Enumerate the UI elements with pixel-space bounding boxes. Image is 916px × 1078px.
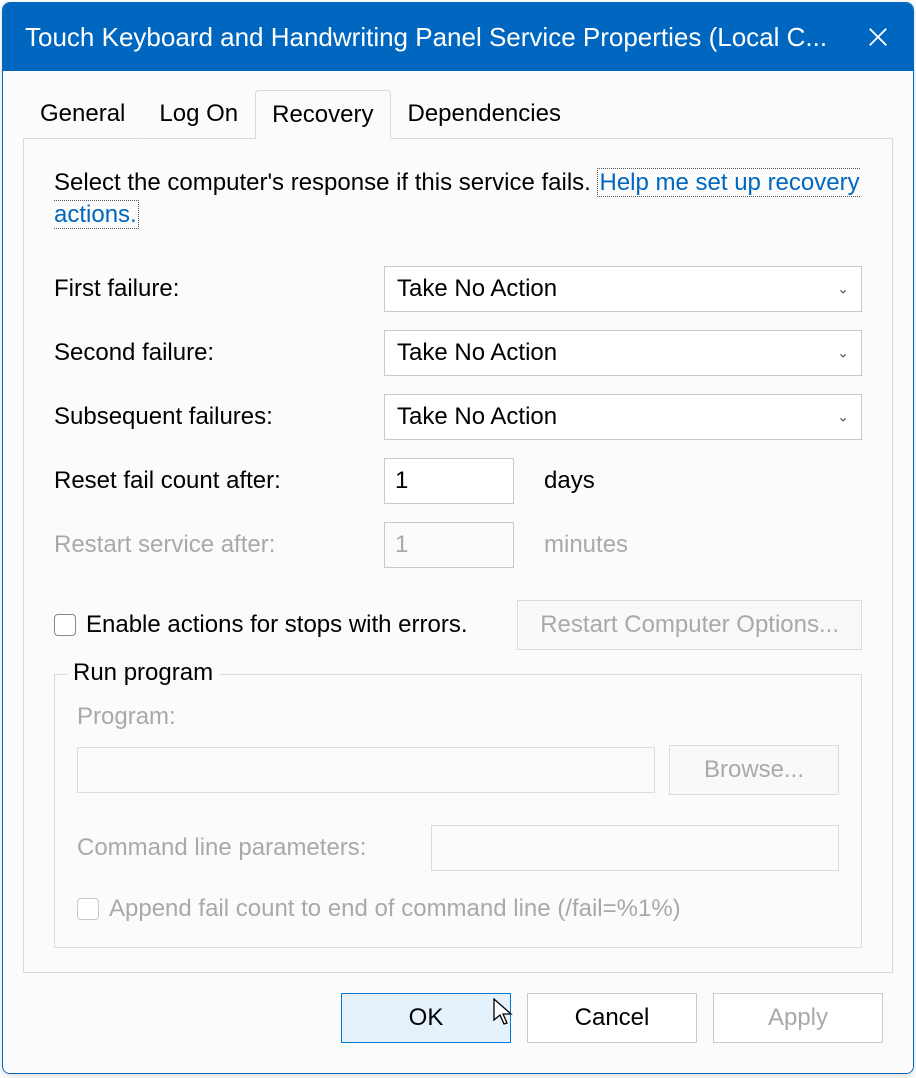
second-failure-value: Take No Action <box>397 339 557 367</box>
restart-after-input <box>384 522 514 568</box>
subsequent-failures-combo[interactable]: Take No Action ⌄ <box>384 394 862 440</box>
tab-general[interactable]: General <box>23 89 142 139</box>
second-failure-row: Second failure: Take No Action ⌄ <box>54 330 862 376</box>
reset-count-unit: days <box>544 467 595 495</box>
first-failure-label: First failure: <box>54 275 384 303</box>
run-program-legend: Run program <box>67 659 219 687</box>
client-area: General Log On Recovery Dependencies Sel… <box>3 71 913 1073</box>
dialog-footer: OK Cancel Apply <box>3 973 913 1073</box>
recovery-panel: Select the computer's response if this s… <box>23 139 893 973</box>
close-icon <box>867 26 889 48</box>
second-failure-label: Second failure: <box>54 339 384 367</box>
cmdparams-label: Command line parameters: <box>77 834 366 862</box>
first-failure-combo[interactable]: Take No Action ⌄ <box>384 266 862 312</box>
append-label: Append fail count to end of command line… <box>109 895 681 923</box>
reset-count-input[interactable] <box>384 458 514 504</box>
tab-recovery[interactable]: Recovery <box>255 90 390 139</box>
subsequent-failures-row: Subsequent failures: Take No Action ⌄ <box>54 394 862 440</box>
first-failure-value: Take No Action <box>397 275 557 303</box>
close-button[interactable] <box>853 26 903 48</box>
subsequent-failures-value: Take No Action <box>397 403 557 431</box>
tabstrip: General Log On Recovery Dependencies <box>3 71 913 139</box>
browse-button: Browse... <box>669 745 839 795</box>
apply-button: Apply <box>713 993 883 1043</box>
ok-button[interactable]: OK <box>341 993 511 1043</box>
reset-count-label: Reset fail count after: <box>54 467 384 495</box>
restart-after-unit: minutes <box>544 531 628 559</box>
run-program-group: Run program Program: Browse... Command l… <box>54 674 862 948</box>
window-title: Touch Keyboard and Handwriting Panel Ser… <box>25 22 853 53</box>
first-failure-row: First failure: Take No Action ⌄ <box>54 266 862 312</box>
enable-and-rco-row: Enable actions for stops with errors. Re… <box>54 600 862 650</box>
restart-computer-options-button: Restart Computer Options... <box>517 600 862 650</box>
second-failure-combo[interactable]: Take No Action ⌄ <box>384 330 862 376</box>
reset-count-row: Reset fail count after: days <box>54 458 862 504</box>
subsequent-failures-label: Subsequent failures: <box>54 403 384 431</box>
chevron-down-icon: ⌄ <box>837 280 849 297</box>
restart-after-label: Restart service after: <box>54 531 384 559</box>
tab-dependencies[interactable]: Dependencies <box>391 89 578 139</box>
cmdparams-input <box>431 825 839 871</box>
intro-text-row: Select the computer's response if this s… <box>54 167 862 232</box>
chevron-down-icon: ⌄ <box>837 408 849 425</box>
titlebar[interactable]: Touch Keyboard and Handwriting Panel Ser… <box>3 3 913 71</box>
append-row: Append fail count to end of command line… <box>77 895 839 923</box>
enable-stops-checkbox[interactable] <box>54 614 76 636</box>
restart-after-row: Restart service after: minutes <box>54 522 862 568</box>
cursor-icon <box>492 998 514 1026</box>
tab-logon[interactable]: Log On <box>142 89 255 139</box>
intro-text: Select the computer's response if this s… <box>54 169 591 196</box>
program-label: Program: <box>77 703 839 731</box>
append-checkbox <box>77 898 99 920</box>
enable-stops-label: Enable actions for stops with errors. <box>86 611 468 639</box>
chevron-down-icon: ⌄ <box>837 344 849 361</box>
dialog-window: Touch Keyboard and Handwriting Panel Ser… <box>2 2 914 1074</box>
cancel-button[interactable]: Cancel <box>527 993 697 1043</box>
program-input <box>77 747 655 793</box>
